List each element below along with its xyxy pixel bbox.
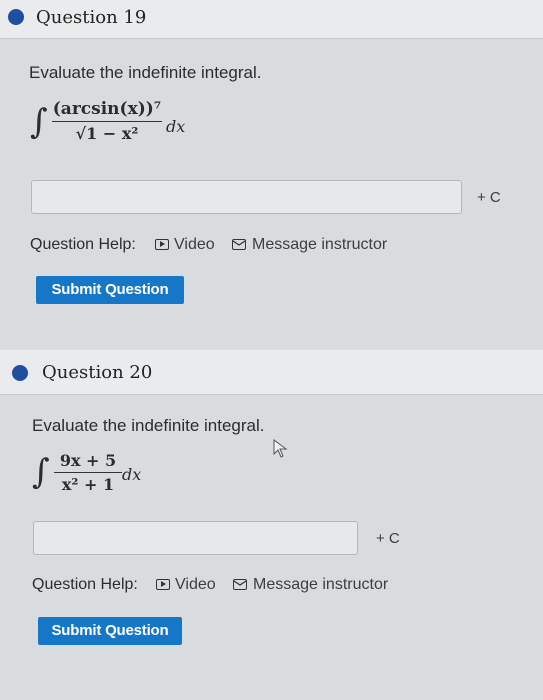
question-20-header: Question 20 [0,350,543,395]
submit-question-button[interactable]: Submit Question [36,276,184,304]
plus-c-label: + C [376,530,400,547]
integral-fraction: 9x + 5 x² + 1 [54,451,122,494]
integral-differential: dx [166,117,186,136]
message-instructor-link[interactable]: Message instructor [253,576,388,594]
envelope-icon[interactable] [233,579,247,590]
integral-sign: ∫ [30,102,48,142]
integral-denominator: √1 − x² [75,124,139,143]
integral-numerator: (arcsin(x))⁷ [52,99,162,119]
submit-question-button[interactable]: Submit Question [38,617,182,645]
envelope-icon[interactable] [232,239,246,250]
question-20-title: Question 20 [42,362,153,383]
question-19-header: Question 19 [0,0,543,39]
message-instructor-link[interactable]: Message instructor [252,236,387,254]
mouse-pointer-icon [273,439,288,458]
video-icon[interactable] [155,239,169,250]
video-link[interactable]: Video [174,236,215,254]
question-status-dot [12,365,28,381]
answer-input-19[interactable] [31,180,462,214]
integral-denominator: x² + 1 [61,475,115,494]
question-19-title: Question 19 [36,7,147,28]
answer-input-20[interactable] [33,521,358,555]
question-20-prompt: Evaluate the indefinite integral. [32,416,265,435]
question-status-dot [8,9,24,25]
integral-sign: ∫ [32,452,50,492]
integral-differential: dx [122,465,142,484]
video-icon[interactable] [156,579,170,590]
integral-numerator: 9x + 5 [59,451,117,470]
fraction-bar [52,121,162,122]
question-help-label: Question Help: [32,576,138,593]
question-19-prompt: Evaluate the indefinite integral. [29,63,262,82]
question-19-integral: ∫ (arcsin(x))⁷ √1 − x² dx [30,99,230,159]
question-20-integral: ∫ 9x + 5 x² + 1 dx [32,451,192,501]
plus-c-label: + C [477,189,501,206]
integral-fraction: (arcsin(x))⁷ √1 − x² [52,99,162,143]
question-help-label: Question Help: [30,236,136,253]
fraction-bar [54,472,122,473]
question-20-body: Evaluate the indefinite integral. ∫ 9x +… [0,395,543,700]
video-link[interactable]: Video [175,576,216,594]
question-19-body: Evaluate the indefinite integral. ∫ (arc… [0,39,543,349]
